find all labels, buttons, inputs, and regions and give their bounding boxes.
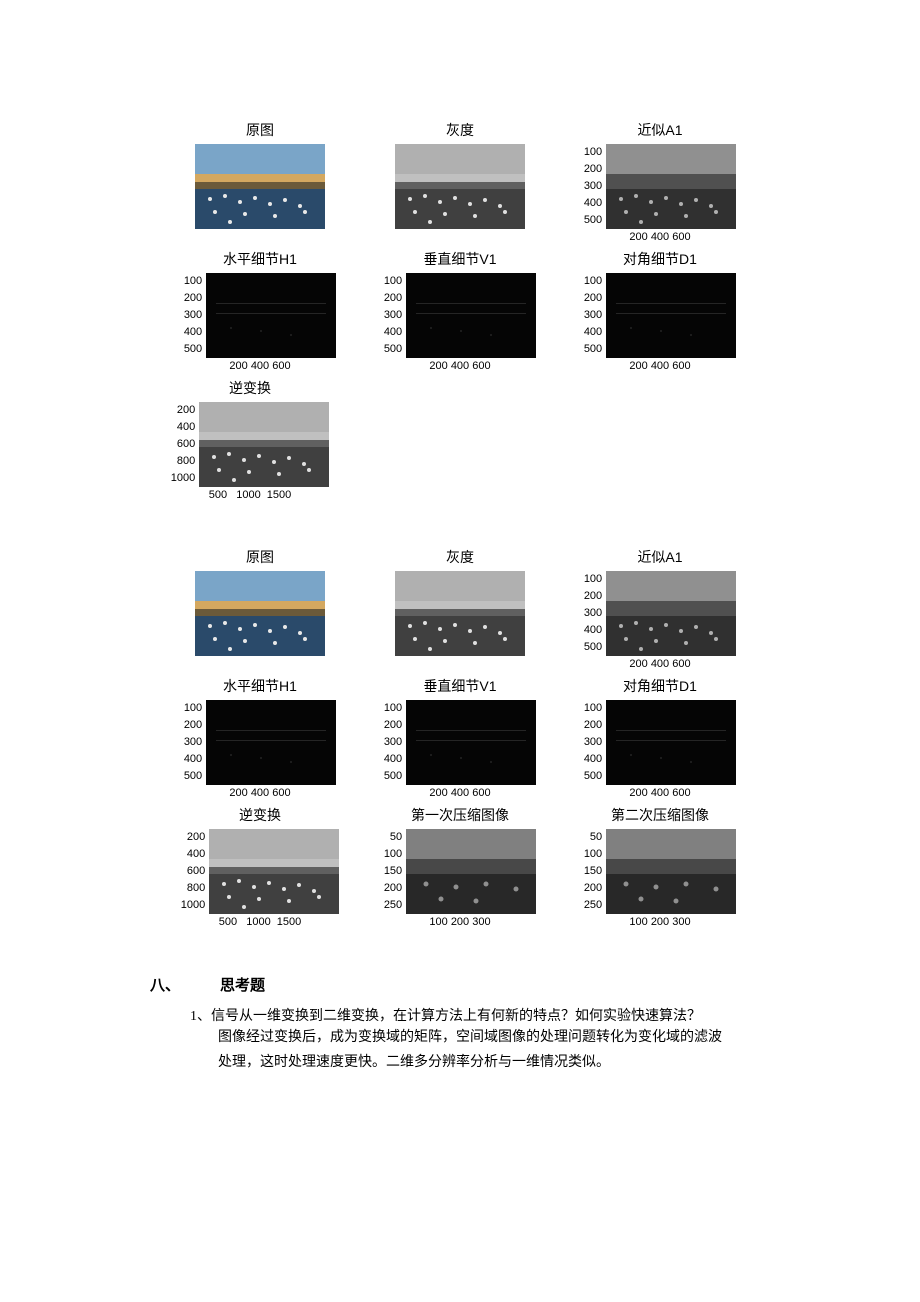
- y-axis-ticks: 100200300400500: [584, 144, 606, 229]
- subplot-grayscale: 灰度: [370, 120, 550, 243]
- answer-line-1: 图像经过变换后，成为变换域的矩阵，空间域图像的处理问题转化为变化域的滤波: [150, 1025, 770, 1050]
- image-detail-d: [606, 273, 736, 358]
- subplot-title: 原图: [246, 120, 274, 140]
- subplot-compress-2: 第二次压缩图像 50100150200250 100 200 300: [570, 805, 750, 928]
- subplot-title: 水平细节H1: [223, 676, 297, 696]
- subplot-title: 灰度: [446, 547, 474, 567]
- figure-row: 原图 灰度 近似A1 100200300400500 200 400 600: [170, 547, 750, 670]
- subplot-vertical-v1: 垂直细节V1 100200300400500 200 400 600: [370, 676, 550, 799]
- x-axis-ticks: 100 200 300: [370, 916, 550, 928]
- question-number: 1、: [190, 1009, 211, 1024]
- figure-set-1: 原图 灰度 近似A1 100200300400500 200 400 600 水…: [150, 120, 770, 507]
- subplot-title: 第二次压缩图像: [611, 805, 709, 825]
- subplot-title: 原图: [246, 547, 274, 567]
- x-axis-ticks: 500 1000 1500: [160, 489, 340, 501]
- x-axis-ticks: 200 400 600: [170, 360, 350, 372]
- x-axis-ticks: 200 400 600: [370, 360, 550, 372]
- subplot-diagonal-d1: 对角细节D1 100200300400500 200 400 600: [570, 676, 750, 799]
- image-grayscale: [395, 144, 525, 229]
- image-detail-h: [206, 273, 336, 358]
- y-axis-ticks: 100200300400500: [584, 273, 606, 358]
- image-approx: [606, 571, 736, 656]
- y-axis-ticks: 100200300400500: [584, 700, 606, 785]
- image-detail-h: [206, 700, 336, 785]
- subplot-original: 原图: [170, 547, 350, 670]
- x-axis-ticks: 200 400 600: [570, 360, 750, 372]
- image-inverse: [199, 402, 329, 487]
- subplot-title: 对角细节D1: [623, 249, 697, 269]
- section-heading: 八、 思考题: [150, 974, 770, 995]
- x-axis-ticks: 200 400 600: [170, 787, 350, 799]
- subplot-grayscale: 灰度: [370, 547, 550, 670]
- image-original: [195, 571, 325, 656]
- subplot-compress-1: 第一次压缩图像 50100150200250 100 200 300: [370, 805, 550, 928]
- subplot-title: 垂直细节V1: [423, 249, 496, 269]
- y-axis-ticks: 100200300400500: [184, 700, 206, 785]
- subplot-title: 水平细节H1: [223, 249, 297, 269]
- subplot-title: 对角细节D1: [623, 676, 697, 696]
- subplot-title: 逆变换: [229, 378, 271, 398]
- subplot-title: 垂直细节V1: [423, 676, 496, 696]
- section-number: 八、: [150, 974, 220, 995]
- y-axis-ticks: 2004006008001000: [181, 829, 209, 914]
- x-axis-ticks: 500 1000 1500: [170, 916, 350, 928]
- image-compress-2: [606, 829, 736, 914]
- question-text: 信号从一维变换到二维变换，在计算方法上有何新的特点？如何实验快速算法？: [211, 1009, 701, 1024]
- y-axis-ticks: 50100150200250: [384, 829, 406, 914]
- y-axis-ticks: 100200300400500: [384, 273, 406, 358]
- y-axis-ticks: 100200300400500: [584, 571, 606, 656]
- image-detail-v: [406, 700, 536, 785]
- figure-row: 水平细节H1 100200300400500 200 400 600 垂直细节V…: [170, 676, 750, 799]
- subplot-title: 近似A1: [637, 547, 682, 567]
- figure-row: 原图 灰度 近似A1 100200300400500 200 400 600: [170, 120, 750, 243]
- image-grayscale: [395, 571, 525, 656]
- subplot-original: 原图: [170, 120, 350, 243]
- figure-row: 逆变换 2004006008001000 500 1000 1500 第一次压缩…: [170, 805, 750, 928]
- question-line: 1、信号从一维变换到二维变换，在计算方法上有何新的特点？如何实验快速算法？: [150, 1005, 770, 1025]
- subplot-title: 逆变换: [239, 805, 281, 825]
- subplot-horizontal-h1: 水平细节H1 100200300400500 200 400 600: [170, 676, 350, 799]
- figure-row: 水平细节H1 100200300400500 200 400 600 垂直细节V…: [170, 249, 750, 372]
- figure-set-2: 原图 灰度 近似A1 100200300400500 200 400 600 水…: [150, 547, 770, 934]
- subplot-diagonal-d1: 对角细节D1 100200300400500 200 400 600: [570, 249, 750, 372]
- image-compress-1: [406, 829, 536, 914]
- subplot-title: 第一次压缩图像: [411, 805, 509, 825]
- x-axis-ticks: 200 400 600: [370, 787, 550, 799]
- subplot-approx-a1: 近似A1 100200300400500 200 400 600: [570, 547, 750, 670]
- subplot-inverse: 逆变换 2004006008001000 500 1000 1500: [160, 378, 340, 501]
- subplot-title: 灰度: [446, 120, 474, 140]
- y-axis-ticks: 100200300400500: [384, 700, 406, 785]
- x-axis-ticks: 100 200 300: [570, 916, 750, 928]
- subplot-inverse: 逆变换 2004006008001000 500 1000 1500: [170, 805, 350, 928]
- image-inverse: [209, 829, 339, 914]
- image-original: [195, 144, 325, 229]
- figure-row: 逆变换 2004006008001000 500 1000 1500: [160, 378, 340, 501]
- y-axis-ticks: 50100150200250: [584, 829, 606, 914]
- x-axis-ticks: 200 400 600: [570, 787, 750, 799]
- subplot-approx-a1: 近似A1 100200300400500 200 400 600: [570, 120, 750, 243]
- subplot-vertical-v1: 垂直细节V1 100200300400500 200 400 600: [370, 249, 550, 372]
- subplot-title: 近似A1: [637, 120, 682, 140]
- subplot-horizontal-h1: 水平细节H1 100200300400500 200 400 600: [170, 249, 350, 372]
- image-detail-v: [406, 273, 536, 358]
- x-axis-ticks: 200 400 600: [570, 231, 750, 243]
- image-detail-d: [606, 700, 736, 785]
- x-axis-ticks: 200 400 600: [570, 658, 750, 670]
- image-approx: [606, 144, 736, 229]
- y-axis-ticks: 100200300400500: [184, 273, 206, 358]
- answer-line-2: 处理，这时处理速度更快。二维多分辨率分析与一维情况类似。: [150, 1050, 770, 1075]
- y-axis-ticks: 2004006008001000: [171, 402, 199, 487]
- section-title: 思考题: [220, 974, 265, 995]
